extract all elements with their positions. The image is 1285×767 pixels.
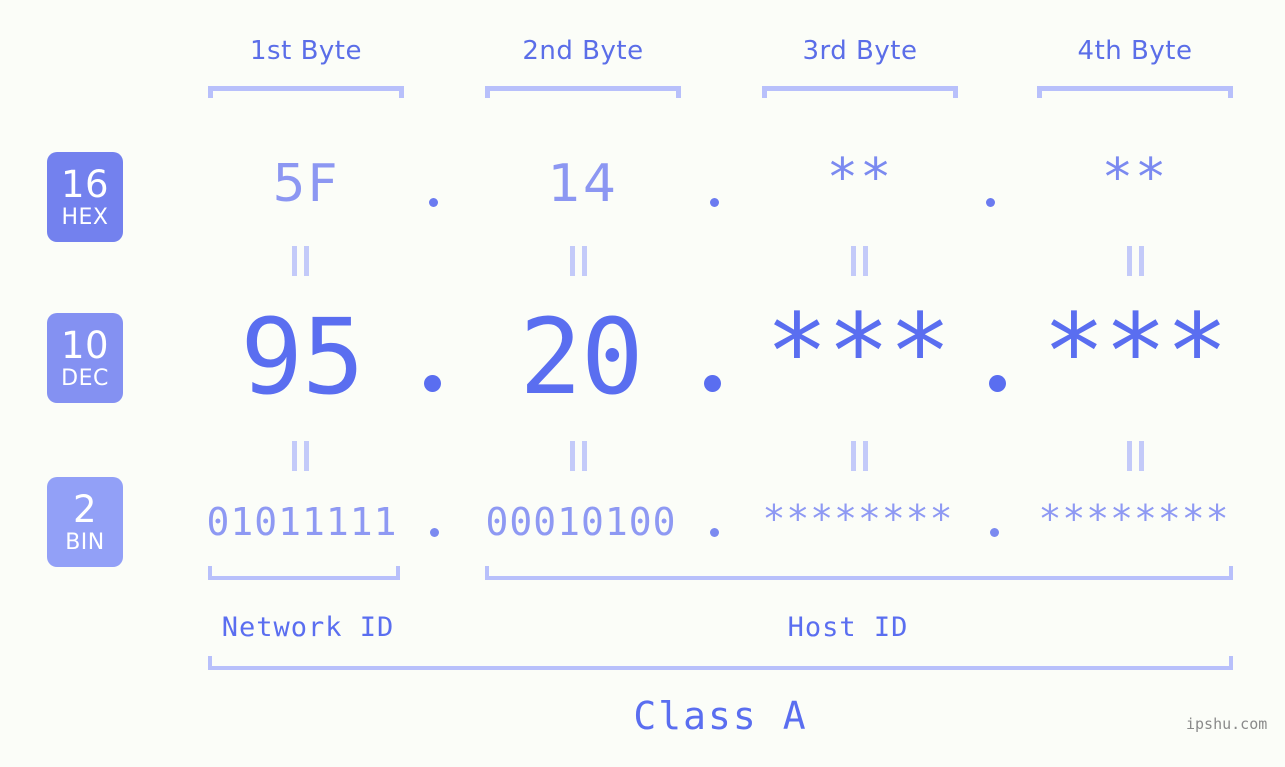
- host-id-label: Host ID: [787, 612, 909, 643]
- class-label: Class A: [633, 694, 808, 738]
- equals-connector-dec-bin-3: [851, 441, 868, 471]
- ip-address-breakdown-diagram: 1st Byte 2nd Byte 3rd Byte 4th Byte 16 H…: [0, 0, 1285, 767]
- dec-value-byte-2: 20: [519, 296, 643, 418]
- equals-connector-dec-bin-1: [292, 441, 309, 471]
- hex-dot-separator-2: [710, 198, 719, 207]
- dec-dot-separator-2: [704, 375, 721, 392]
- dec-value-byte-4: ***: [1042, 291, 1229, 413]
- hex-dot-separator-1: [429, 198, 438, 207]
- base-badge-dec-number: 10: [60, 323, 110, 367]
- hex-dot-separator-3: [986, 198, 995, 207]
- bin-dot-separator-2: [710, 528, 719, 537]
- base-badge-hex[interactable]: 16 HEX: [47, 152, 123, 242]
- base-badge-bin-number: 2: [72, 487, 98, 531]
- equals-connector-dec-bin-4: [1127, 441, 1144, 471]
- base-badge-hex-number: 16: [60, 162, 110, 206]
- byte-bracket-1: [208, 86, 404, 98]
- equals-connector-hex-dec-3: [851, 246, 868, 276]
- base-badge-dec[interactable]: 10 DEC: [47, 313, 123, 403]
- dec-value-byte-3: ***: [765, 291, 952, 413]
- dec-value-byte-1: 95: [240, 296, 364, 418]
- watermark: ipshu.com: [1186, 715, 1268, 733]
- byte-header-label-2: 2nd Byte: [522, 36, 644, 66]
- hex-value-byte-2: 14: [547, 154, 619, 214]
- base-badge-bin-name: BIN: [65, 529, 105, 555]
- network-id-label: Network ID: [221, 612, 395, 643]
- byte-bracket-3: [762, 86, 958, 98]
- equals-connector-hex-dec-2: [570, 246, 587, 276]
- bin-value-byte-2: 00010100: [485, 500, 677, 544]
- bin-dot-separator-1: [430, 528, 439, 537]
- hex-value-byte-3: **: [826, 148, 894, 208]
- hex-value-byte-4: **: [1101, 148, 1169, 208]
- base-badge-bin[interactable]: 2 BIN: [47, 477, 123, 567]
- network-id-bracket: [208, 566, 400, 580]
- bin-dot-separator-3: [990, 528, 999, 537]
- dec-dot-separator-3: [989, 375, 1006, 392]
- bin-value-byte-3: ********: [762, 497, 954, 541]
- bin-value-byte-4: ********: [1038, 497, 1230, 541]
- byte-header-label-1: 1st Byte: [250, 36, 362, 66]
- byte-bracket-2: [485, 86, 681, 98]
- equals-connector-hex-dec-4: [1127, 246, 1144, 276]
- hex-value-byte-1: 5F: [272, 154, 340, 214]
- equals-connector-hex-dec-1: [292, 246, 309, 276]
- byte-header-label-4: 4th Byte: [1077, 36, 1193, 66]
- base-badge-dec-name: DEC: [61, 365, 109, 391]
- byte-header-label-3: 3rd Byte: [802, 36, 918, 66]
- host-id-bracket: [485, 566, 1233, 580]
- byte-bracket-4: [1037, 86, 1233, 98]
- dec-dot-separator-1: [424, 375, 441, 392]
- class-bracket: [208, 656, 1233, 670]
- base-badge-hex-name: HEX: [61, 204, 109, 230]
- equals-connector-dec-bin-2: [570, 441, 587, 471]
- bin-value-byte-1: 01011111: [206, 500, 398, 544]
